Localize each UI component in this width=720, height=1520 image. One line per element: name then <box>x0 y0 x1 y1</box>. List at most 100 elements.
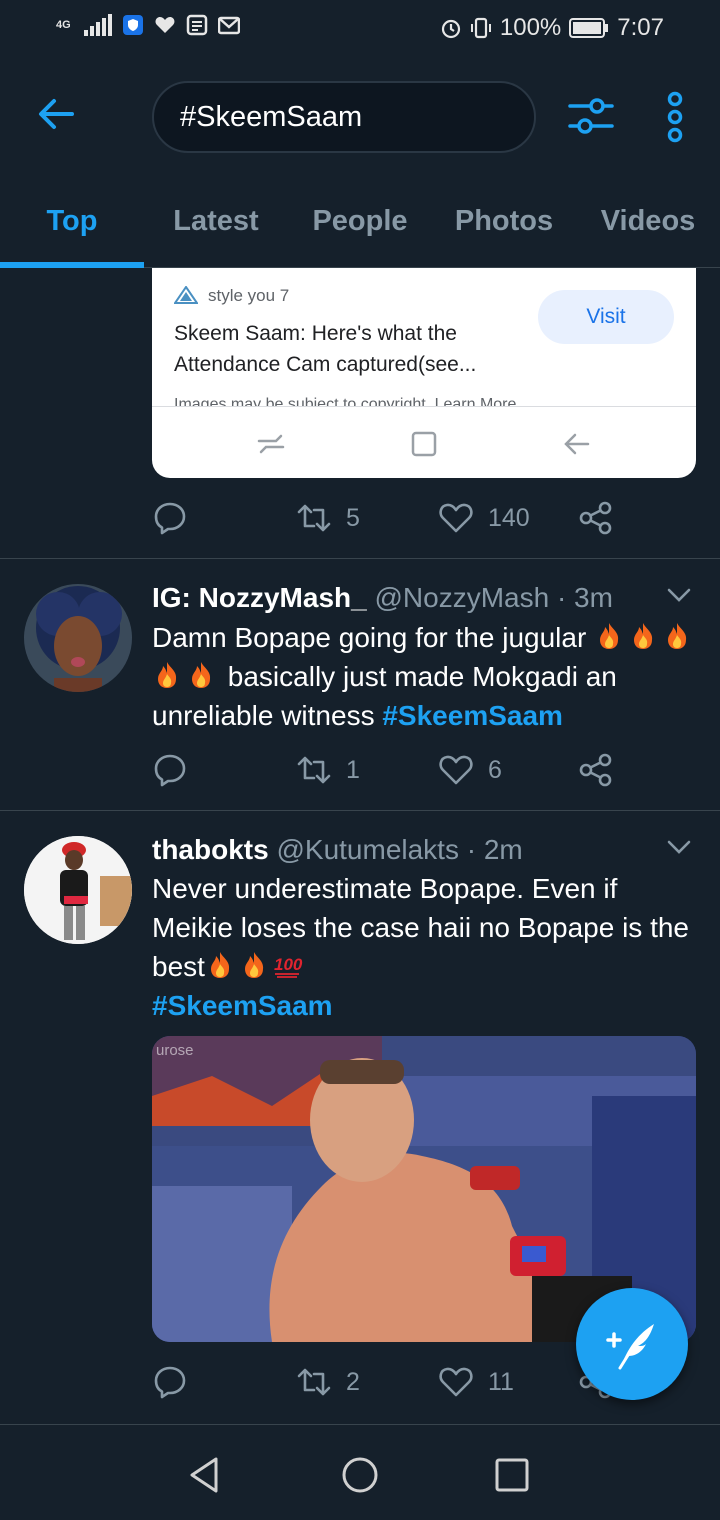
handle-and-time[interactable]: @Kutumelakts · 2m <box>276 834 522 865</box>
tab-photos[interactable]: Photos <box>432 174 576 268</box>
vibrate-icon <box>470 17 491 39</box>
shield-notification-icon <box>123 15 143 35</box>
fire-emoji-icon <box>244 952 264 978</box>
avatar[interactable] <box>24 836 132 944</box>
sliders-icon[interactable] <box>566 92 616 142</box>
search-input[interactable]: #SkeemSaam <box>152 81 536 153</box>
fire-emoji-icon <box>668 623 687 649</box>
chevron-down-icon[interactable] <box>664 580 694 610</box>
share-button[interactable] <box>578 498 614 538</box>
fire-emoji-icon <box>192 662 211 688</box>
share-icon <box>579 501 612 535</box>
status-right: 100% 7:07 <box>440 14 664 42</box>
like-button[interactable]: 11 <box>438 1362 514 1402</box>
fire-emoji-icon <box>210 952 230 978</box>
nav-back-icon[interactable] <box>186 1455 226 1495</box>
tweet-actions: 2 11 <box>152 1362 622 1402</box>
back-icon <box>564 433 590 455</box>
status-left: 4G <box>56 14 240 36</box>
compose-feather-icon <box>606 1324 654 1370</box>
reply-icon <box>154 502 186 535</box>
display-name[interactable]: IG: NozzyMash_ <box>152 582 367 613</box>
like-count: 11 <box>488 1367 514 1396</box>
search-app-bar: #SkeemSaam <box>0 62 720 174</box>
active-tab-indicator <box>0 262 144 268</box>
tweet-divider <box>0 558 720 559</box>
tweet-text: Never underestimate Bopape. Even if Meik… <box>152 869 700 1025</box>
media-watermark: urose <box>156 1042 194 1059</box>
hashtag-link[interactable]: #SkeemSaam <box>382 700 563 731</box>
fire-emoji-icon <box>158 662 177 688</box>
handle-and-time[interactable]: @NozzyMash · 3m <box>374 582 612 613</box>
hashtag-link[interactable]: #SkeemSaam <box>152 990 333 1021</box>
tab-top[interactable]: Top <box>0 174 144 268</box>
recents-icon <box>257 434 285 454</box>
reply-button[interactable] <box>152 498 188 538</box>
like-count: 140 <box>488 503 530 532</box>
share-icon <box>579 753 612 787</box>
ad-card[interactable]: style you 7 Skeem Saam: Here's what the … <box>152 268 696 478</box>
display-name[interactable]: thabokts <box>152 834 269 865</box>
fire-emoji-icon <box>634 623 653 649</box>
heart-icon <box>439 503 473 533</box>
clock: 7:07 <box>617 14 664 41</box>
tweet-divider <box>0 810 720 811</box>
retweet-count: 1 <box>346 755 360 784</box>
fire-emoji-icon <box>600 623 619 649</box>
tweet-actions: 5 140 <box>152 498 622 538</box>
retweet-button[interactable]: 1 <box>296 750 360 790</box>
retweet-button[interactable]: 5 <box>296 498 360 538</box>
ad-title[interactable]: Skeem Saam: Here's what the Attendance C… <box>174 318 534 380</box>
nav-recents-icon[interactable] <box>492 1455 532 1495</box>
battery-icon <box>569 18 609 38</box>
tweet-header: IG: NozzyMash_ @NozzyMash · 3m <box>152 578 613 618</box>
tab-latest[interactable]: Latest <box>144 174 288 268</box>
avatar[interactable] <box>24 584 132 692</box>
nav-home-icon[interactable] <box>340 1455 380 1495</box>
tweet-header: thabokts @Kutumelakts · 2m <box>152 830 523 870</box>
like-button[interactable]: 140 <box>438 498 530 538</box>
retweet-icon <box>297 504 331 532</box>
retweet-icon <box>297 756 331 784</box>
avatar-image <box>24 584 132 692</box>
reply-icon <box>154 1366 186 1399</box>
compose-tweet-button[interactable] <box>576 1288 688 1400</box>
more-vertical-icon[interactable] <box>660 90 690 144</box>
tweet-actions: 1 6 <box>152 750 622 790</box>
avatar-image <box>24 836 132 944</box>
news-notification-icon <box>186 14 208 36</box>
chevron-down-icon[interactable] <box>664 832 694 862</box>
reply-button[interactable] <box>152 750 188 790</box>
retweet-count: 2 <box>346 1367 360 1396</box>
like-button[interactable]: 6 <box>438 750 502 790</box>
search-tabs: Top Latest People Photos Videos <box>0 174 720 268</box>
svg-text:100: 100 <box>274 955 303 974</box>
like-count: 6 <box>488 755 502 784</box>
share-button[interactable] <box>578 750 614 790</box>
hundred-emoji-icon: 100 <box>274 955 303 978</box>
mail-notification-icon <box>218 16 240 35</box>
tab-videos[interactable]: Videos <box>576 174 720 268</box>
system-navigation-bar <box>0 1424 720 1520</box>
network-type: 4G <box>56 18 71 31</box>
heart-notification-icon <box>155 17 175 33</box>
retweet-button[interactable]: 2 <box>296 1362 360 1402</box>
retweet-count: 5 <box>346 503 360 532</box>
heart-icon <box>439 1367 473 1397</box>
status-bar: 4G 100% 7:07 <box>0 0 720 62</box>
ad-nav-bar <box>152 406 696 478</box>
arrow-left-icon[interactable] <box>34 92 78 136</box>
battery-percent: 100% <box>499 14 562 41</box>
tweet-text-part: Damn Bopape going for the jugular <box>152 622 587 653</box>
ad-source: style you 7 <box>174 286 289 306</box>
brand-logo-icon <box>174 286 198 304</box>
home-icon <box>411 431 437 457</box>
visit-button[interactable]: Visit <box>538 290 674 344</box>
tweet-text: Damn Bopape going for the jugular basica… <box>152 618 700 735</box>
ad-source-label: style you 7 <box>208 286 290 305</box>
tab-people[interactable]: People <box>288 174 432 268</box>
reply-button[interactable] <box>152 1362 188 1402</box>
retweet-icon <box>297 1368 331 1396</box>
reply-icon <box>154 754 186 787</box>
ad-copyright: Images may be subject to copyright. Lear… <box>174 396 517 406</box>
